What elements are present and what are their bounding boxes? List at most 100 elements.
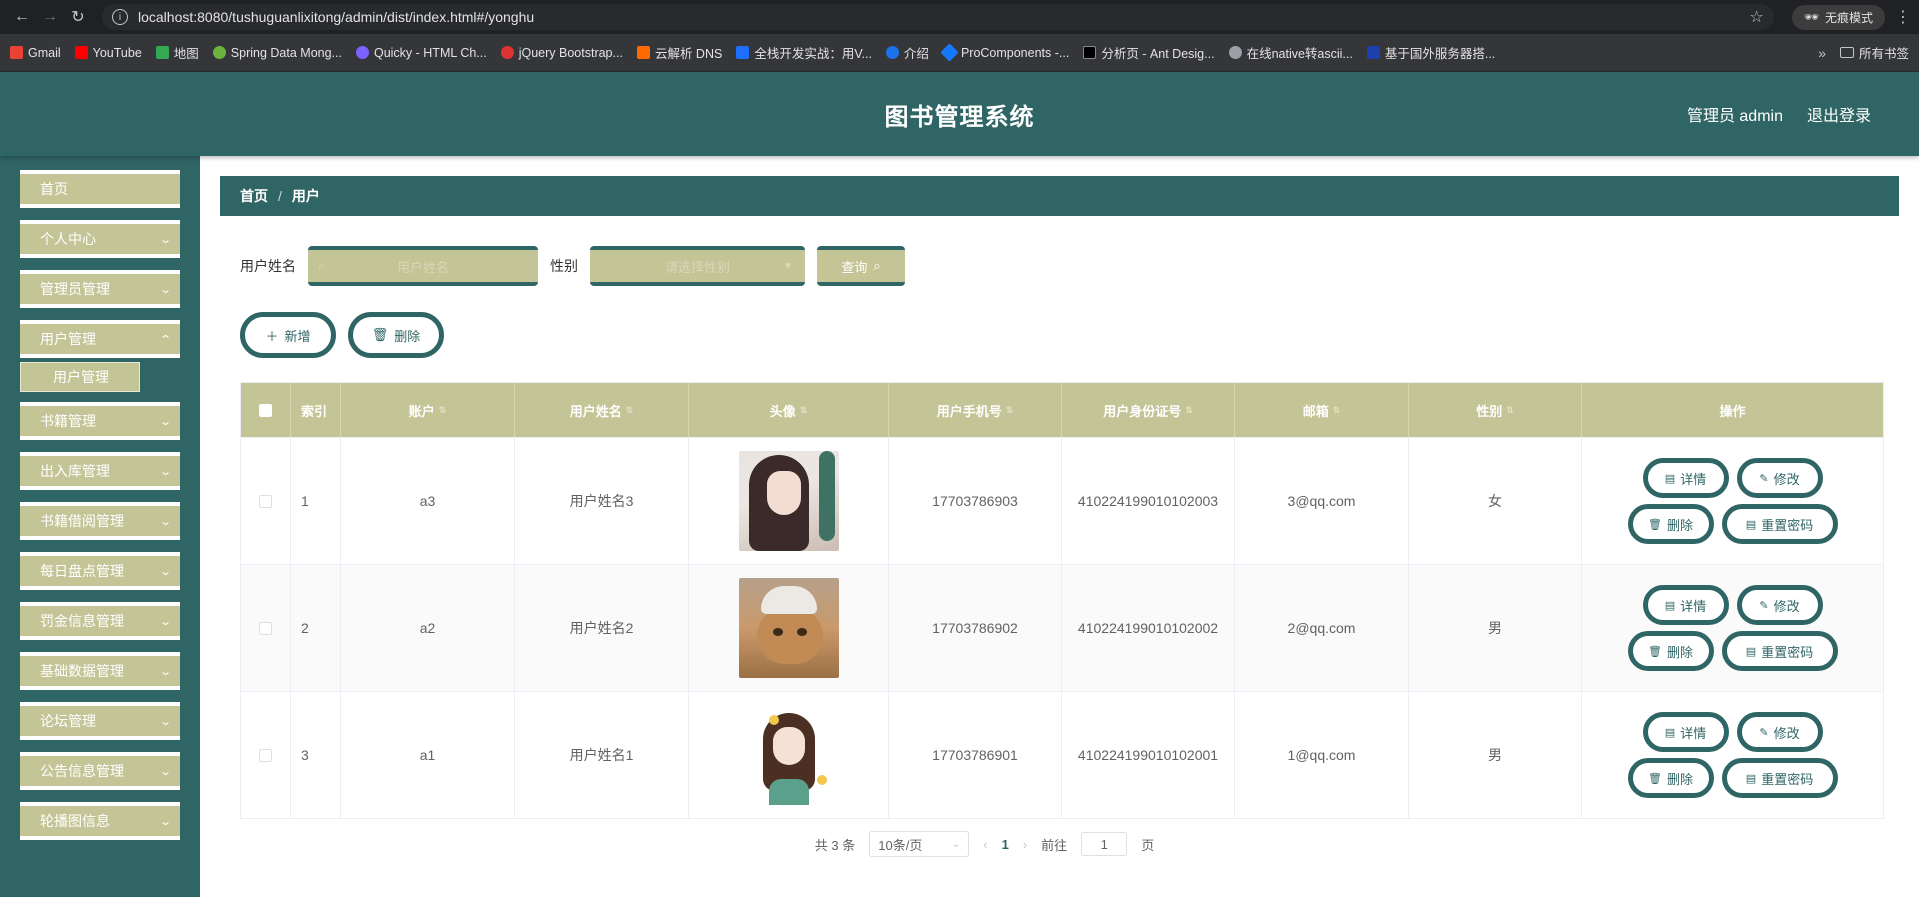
trash-icon: 🗑 [371, 327, 389, 342]
reset-password-button[interactable]: ▤ 重置密码 [1721, 504, 1838, 544]
bookmark-item[interactable]: 全栈开发实战：用V... [736, 43, 872, 62]
delete-button[interactable]: 🗑 删除 [1627, 758, 1714, 798]
edit-button[interactable]: ✎ 修改 [1736, 585, 1823, 625]
checkbox[interactable] [259, 403, 272, 417]
checkbox[interactable] [259, 494, 272, 508]
incognito-badge[interactable]: 🕶 无痕模式 [1791, 4, 1885, 30]
back-icon[interactable]: ← [8, 3, 36, 31]
sidebar-item-inventory[interactable]: 出入库管理 ⌄ [20, 452, 180, 490]
maps-icon [155, 46, 169, 59]
cell-avatar [689, 692, 889, 818]
sidebar-item-daily-check[interactable]: 每日盘点管理 ⌄ [20, 552, 180, 590]
main-content: 首页 / 用户 用户姓名 ⌕ 用户姓名 性别 请选择性别 ▼ 查询 ⌕ ＋ 新增 [200, 156, 1919, 897]
query-button[interactable]: 查询 ⌕ [817, 246, 905, 286]
sidebar-item-borrowing[interactable]: 书籍借阅管理 ⌄ [20, 502, 180, 540]
cell-name: 用户姓名1 [515, 692, 689, 818]
all-bookmarks-folder[interactable]: 所有书签 [1839, 43, 1909, 62]
name-search-input[interactable]: ⌕ 用户姓名 [308, 246, 538, 286]
bookmark-item[interactable]: 基于国外服务器搭... [1366, 43, 1495, 62]
sidebar-item-carousel[interactable]: 轮播图信息 ⌄ [20, 802, 180, 840]
app-layout: 首页 个人中心 ⌄ 管理员管理 ⌄ 用户管理 ⌃ 用户管理 书籍管理 ⌄ 出入库管理 ⌄ … [0, 156, 1919, 897]
sidebar-item-notices[interactable]: 公告信息管理 ⌄ [20, 752, 180, 790]
page-size-value: 10条/页 [878, 837, 923, 853]
sort-icon[interactable]: ⇅ [800, 405, 808, 416]
select-all-checkbox[interactable] [241, 383, 291, 437]
row-actions-line: ▤ 详情 ✎ 修改 [1642, 712, 1823, 752]
more-bookmarks-icon[interactable]: » [1818, 45, 1826, 61]
next-page-icon[interactable]: › [1023, 837, 1027, 852]
bookmark-item[interactable]: YouTube [74, 46, 142, 60]
add-button[interactable]: ＋ 新增 [240, 312, 336, 358]
sidebar-item-forum[interactable]: 论坛管理 ⌄ [20, 702, 180, 740]
bookmark-item[interactable]: Quicky - HTML Ch... [355, 46, 487, 60]
bookmark-item[interactable]: Gmail [10, 46, 61, 60]
cell-avatar [689, 438, 889, 564]
delete-button[interactable]: 🗑 删除 [1627, 631, 1714, 671]
cell-account: a3 [341, 438, 515, 564]
column-header-avatar[interactable]: 头像 ⇅ [689, 383, 889, 437]
bookmark-item[interactable]: 地图 [155, 43, 199, 62]
sidebar-item-admins[interactable]: 管理员管理 ⌄ [20, 270, 180, 308]
batch-delete-button[interactable]: 🗑 删除 [348, 312, 444, 358]
sidebar-item-profile[interactable]: 个人中心 ⌄ [20, 220, 180, 258]
bookmark-item[interactable]: 介绍 [885, 43, 929, 62]
edit-button[interactable]: ✎ 修改 [1736, 712, 1823, 752]
edit-button[interactable]: ✎ 修改 [1736, 458, 1823, 498]
row-checkbox-cell[interactable] [241, 438, 291, 564]
bookmark-item[interactable]: 分析页 - Ant Desig... [1083, 43, 1215, 62]
bookmark-star-icon[interactable]: ☆ [1749, 7, 1763, 27]
forward-icon[interactable]: → [36, 3, 64, 31]
cell-sex: 男 [1409, 565, 1582, 691]
sort-icon[interactable]: ⇅ [439, 405, 447, 416]
page-number-current[interactable]: 1 [1002, 837, 1009, 852]
column-header-sex[interactable]: 性别 ⇅ [1409, 383, 1582, 437]
sort-icon[interactable]: ⇅ [1333, 405, 1341, 416]
bookmark-item[interactable]: jQuery Bootstrap... [500, 46, 623, 60]
cell-name: 用户姓名2 [515, 565, 689, 691]
reset-password-button[interactable]: ▤ 重置密码 [1721, 758, 1838, 798]
breadcrumb-home[interactable]: 首页 [240, 186, 268, 206]
sidebar-subitem-user-management[interactable]: 用户管理 [20, 362, 140, 392]
address-bar[interactable]: i localhost:8080/tushuguanlixitong/admin… [102, 4, 1774, 30]
column-header-email[interactable]: 邮箱 ⇅ [1235, 383, 1409, 437]
url-text[interactable]: localhost:8080/tushuguanlixitong/admin/d… [138, 9, 1749, 25]
sidebar-item-books[interactable]: 书籍管理 ⌄ [20, 402, 180, 440]
chevron-down-icon: ⌄ [158, 515, 172, 528]
browser-menu-icon[interactable]: ⋮ [1895, 7, 1911, 27]
detail-button[interactable]: ▤ 详情 [1642, 458, 1729, 498]
reload-icon[interactable]: ↻ [64, 3, 92, 31]
sort-icon[interactable]: ⇅ [1506, 405, 1514, 416]
sort-icon[interactable]: ⇅ [1185, 405, 1193, 416]
sort-icon[interactable]: ⇅ [1006, 405, 1014, 416]
sidebar-item-users[interactable]: 用户管理 ⌃ [20, 320, 180, 358]
row-checkbox-cell[interactable] [241, 692, 291, 818]
site-info-icon[interactable]: i [112, 9, 128, 25]
goto-page-input[interactable] [1081, 832, 1128, 856]
column-header-account[interactable]: 账户 ⇅ [341, 383, 515, 437]
bookmark-item[interactable]: Spring Data Mong... [212, 46, 342, 60]
sort-icon[interactable]: ⇅ [626, 405, 634, 416]
sidebar-item-home[interactable]: 首页 [20, 170, 180, 208]
page-size-select[interactable]: 10条/页 ⌄ [869, 831, 970, 857]
detail-button[interactable]: ▤ 详情 [1642, 585, 1729, 625]
checkbox[interactable] [259, 748, 272, 762]
sex-filter-select[interactable]: 请选择性别 ▼ [590, 246, 805, 286]
row-checkbox-cell[interactable] [241, 565, 291, 691]
bookmarks-bar: Gmail YouTube 地图 Spring Data Mong... Qui… [0, 34, 1919, 72]
bookmark-item[interactable]: 云解析 DNS [636, 43, 722, 62]
chevron-down-icon: ⌄ [158, 233, 172, 246]
prev-page-icon[interactable]: ‹ [983, 837, 987, 852]
column-header-idcard[interactable]: 用户身份证号 ⇅ [1062, 383, 1235, 437]
sidebar-item-base-data[interactable]: 基础数据管理 ⌄ [20, 652, 180, 690]
checkbox[interactable] [259, 621, 272, 635]
detail-button[interactable]: ▤ 详情 [1642, 712, 1729, 752]
column-header-name[interactable]: 用户姓名 ⇅ [515, 383, 689, 437]
chevron-down-icon: ▼ [783, 260, 793, 272]
delete-button[interactable]: 🗑 删除 [1627, 504, 1714, 544]
column-header-phone[interactable]: 用户手机号 ⇅ [889, 383, 1062, 437]
bookmark-item[interactable]: 在线native转ascii... [1228, 43, 1353, 62]
bookmark-item[interactable]: ProComponents -... [940, 43, 1069, 62]
sidebar-item-fines[interactable]: 罚金信息管理 ⌄ [20, 602, 180, 640]
logout-link[interactable]: 退出登录 [1807, 102, 1871, 126]
reset-password-button[interactable]: ▤ 重置密码 [1721, 631, 1838, 671]
